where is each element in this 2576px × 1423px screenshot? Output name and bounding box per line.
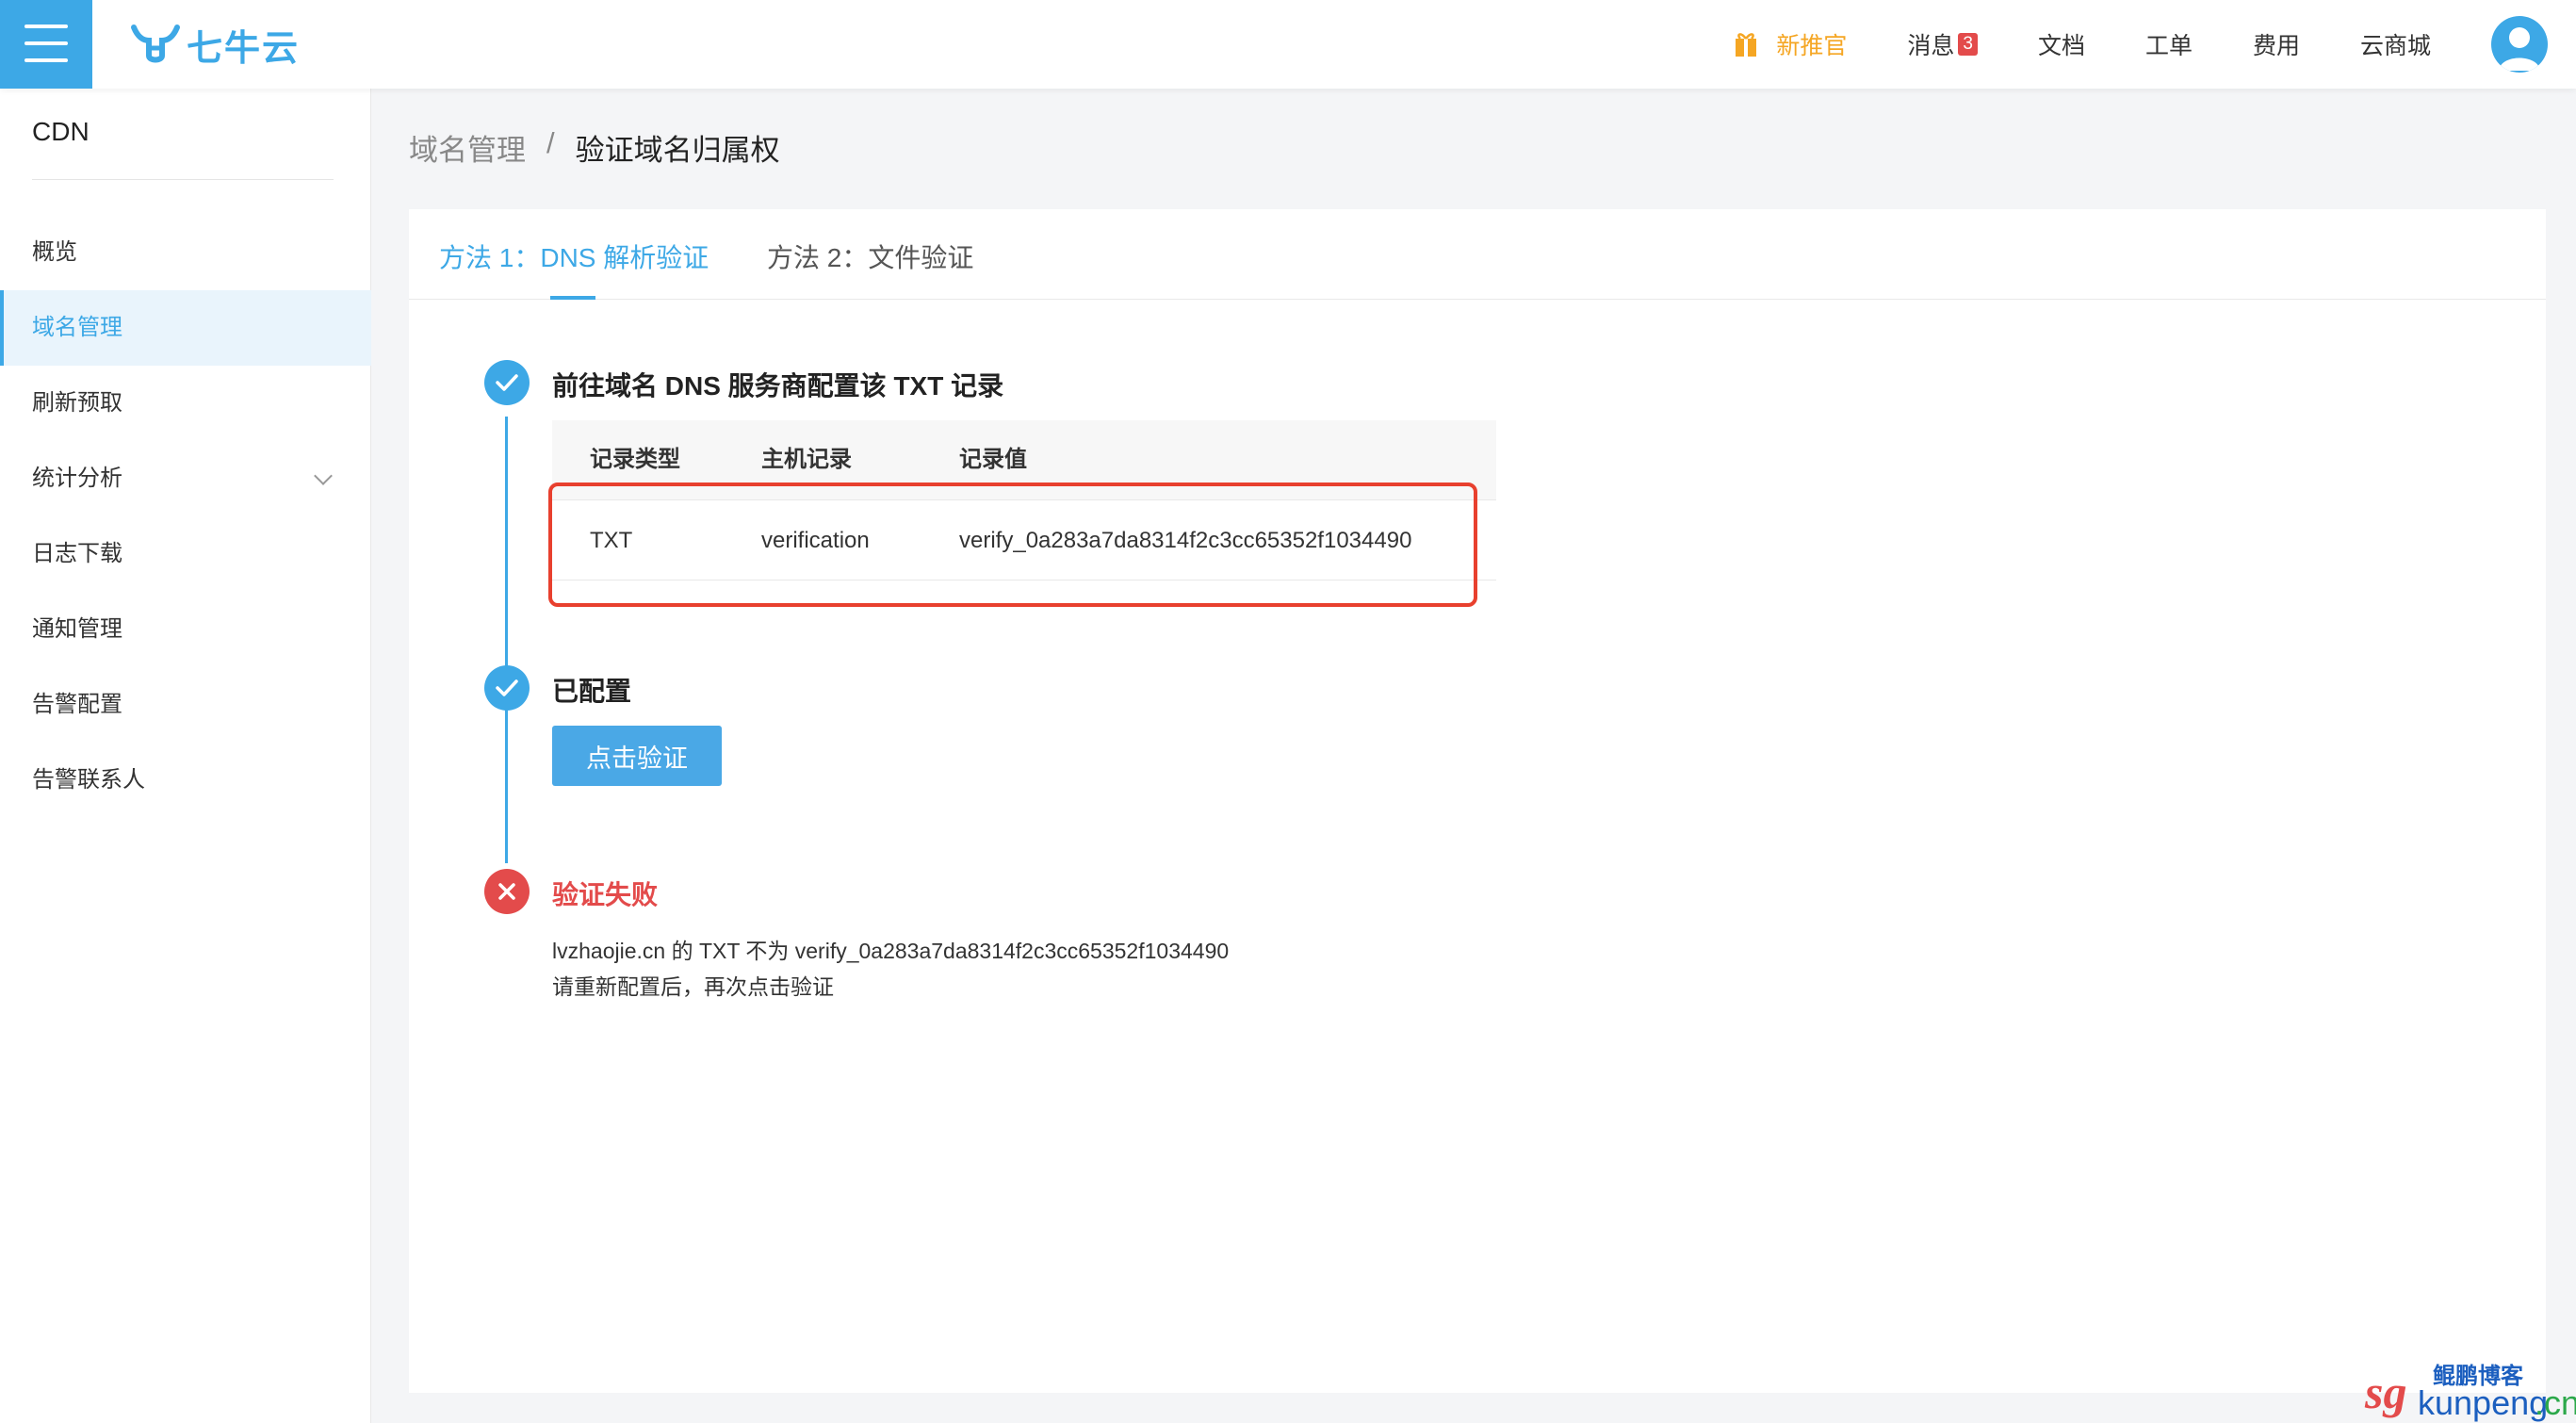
nav-docs-label: 文档 — [2037, 33, 2085, 59]
nav-marketplace-label: 云商城 — [2359, 33, 2431, 59]
menu-icon-bar — [24, 58, 68, 62]
top-nav: 新推官 消息 3 文档 工单 费用 云商城 — [1735, 0, 2576, 89]
top-bar: 七牛云 新推官 消息 3 文档 工单 费用 云商城 — [0, 0, 2576, 89]
chevron-down-icon — [314, 466, 333, 485]
nav-marketplace-link[interactable]: 云商城 — [2360, 27, 2431, 61]
sidebar-title: CDN — [32, 117, 90, 146]
step-2-indicator — [484, 665, 530, 711]
nav-billing-link[interactable]: 费用 — [2253, 27, 2300, 61]
verify-button[interactable]: 点击验证 — [552, 726, 722, 786]
sidebar-divider — [32, 179, 334, 180]
sidebar-item-label: 统计分析 — [32, 466, 122, 491]
menu-icon-bar — [24, 25, 68, 28]
menu-icon-bar — [24, 41, 68, 45]
sidebar-item-log-download[interactable]: 日志下载 — [0, 516, 371, 592]
sidebar-item-alert-config[interactable]: 告警配置 — [0, 667, 371, 743]
watermark-prefix: sg — [2365, 1366, 2407, 1418]
breadcrumb: 域名管理 / 验证域名归属权 — [409, 126, 780, 169]
nav-tickets-label: 工单 — [2144, 33, 2193, 59]
user-avatar[interactable] — [2491, 16, 2548, 73]
step-2-title: 已配置 — [552, 677, 632, 706]
failure-message: lvzhaojie.cn 的 TXT 不为 verify_0a283a7da83… — [552, 939, 1230, 963]
nav-billing-label: 费用 — [2252, 33, 2300, 59]
step-connector-line — [505, 417, 508, 863]
active-tab-indicator — [550, 296, 595, 300]
failure-hint: 请重新配置后，再次点击验证 — [552, 974, 834, 999]
watermark-bottom-text: kunpeng — [2418, 1383, 2549, 1422]
hamburger-menu-button[interactable] — [0, 0, 92, 89]
close-icon — [498, 883, 515, 900]
sidebar-item-alert-contacts[interactable]: 告警联系人 — [0, 743, 371, 818]
qiniu-logo[interactable]: 七牛云 — [130, 19, 300, 70]
method-tabs: 方法 1：DNS 解析验证 方法 2：文件验证 — [409, 209, 2546, 300]
tab-file-verification[interactable]: 方法 2：文件验证 — [767, 237, 973, 275]
nav-promo-link[interactable]: 新推官 — [1735, 27, 1847, 61]
message-count-badge: 3 — [1958, 33, 1978, 56]
step-1-title: 前往域名 DNS 服务商配置该 TXT 记录 — [552, 371, 1004, 401]
tab-dns-verification[interactable]: 方法 1：DNS 解析验证 — [439, 237, 709, 275]
user-icon — [2499, 27, 2540, 71]
nav-tickets-link[interactable]: 工单 — [2145, 27, 2193, 61]
step-3-indicator — [484, 869, 530, 914]
gift-icon — [1736, 33, 1757, 57]
sidebar-item-domain-management[interactable]: 域名管理 — [0, 290, 371, 366]
nav-messages-label: 消息 — [1907, 33, 1955, 59]
page-title: 验证域名归属权 — [575, 134, 780, 167]
bull-logo-icon — [131, 25, 180, 63]
sidebar-item-statistics[interactable]: 统计分析 — [0, 441, 371, 516]
verification-panel: 方法 1：DNS 解析验证 方法 2：文件验证 前往域名 DNS 服务商配置该 … — [409, 209, 2546, 1393]
step-3-title: 验证失败 — [552, 880, 659, 909]
sidebar-item-refresh-prefetch[interactable]: 刷新预取 — [0, 366, 371, 441]
sidebar-item-overview[interactable]: 概览 — [0, 215, 371, 290]
sidebar: CDN 概览 域名管理 刷新预取 统计分析 日志下载 通知管理 告警配置 告警联… — [0, 89, 371, 1423]
breadcrumb-parent-link[interactable]: 域名管理 — [409, 126, 526, 169]
nav-messages-link[interactable]: 消息 3 — [1907, 27, 1978, 61]
step-1-indicator — [484, 360, 530, 405]
check-icon — [496, 679, 518, 696]
nav-promo-label: 新推官 — [1776, 33, 1848, 59]
breadcrumb-separator: / — [546, 126, 555, 159]
nav-docs-link[interactable]: 文档 — [2038, 27, 2085, 61]
sidebar-item-notifications[interactable]: 通知管理 — [0, 592, 371, 667]
highlight-annotation-box — [548, 483, 1477, 607]
logo-text: 七牛云 — [187, 28, 301, 69]
watermark-logo: sg 鲲鹏博客 kunpeng .cn — [2365, 1357, 2576, 1422]
watermark-suffix: .cn — [2535, 1383, 2576, 1422]
check-icon — [496, 374, 518, 391]
